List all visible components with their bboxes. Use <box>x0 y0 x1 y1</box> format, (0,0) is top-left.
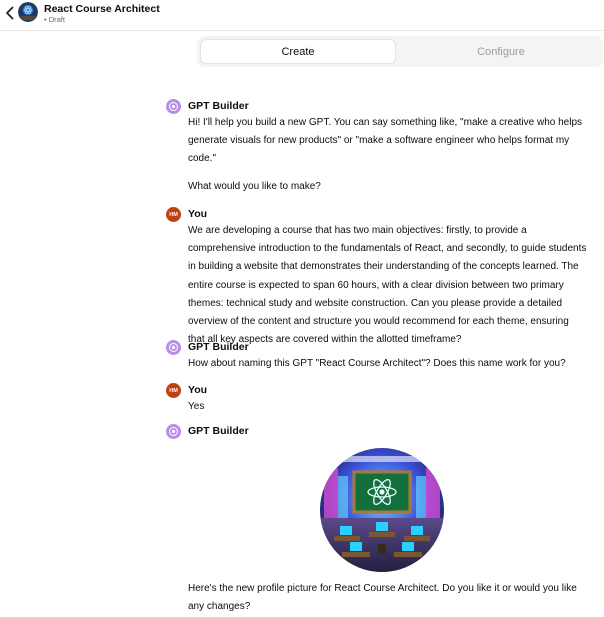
chat-message: GPT Builder How about naming this GPT "R… <box>166 340 596 376</box>
message-body: How about naming this GPT "React Course … <box>188 355 598 373</box>
chat-message: HM You Yes <box>166 383 596 419</box>
message-text: What would you like to make? <box>188 180 321 192</box>
message-text: How about naming this GPT "React Course … <box>188 358 566 369</box>
draft-status: • Draft <box>44 15 65 24</box>
message-body: Hi! I'll help you build a new GPT. You c… <box>188 114 588 196</box>
message-author: GPT Builder <box>188 100 249 112</box>
tab-create[interactable]: Create <box>200 39 396 64</box>
gpt-avatar <box>18 2 38 22</box>
gpt-builder-icon <box>166 340 181 355</box>
message-body: We are developing a course that has two … <box>188 222 588 349</box>
tab-configure[interactable]: Configure <box>403 39 599 64</box>
message-body: Yes <box>188 398 588 416</box>
gpt-builder-icon <box>166 424 181 439</box>
generated-profile-picture[interactable] <box>320 448 444 572</box>
message-text: Here's the new profile picture for React… <box>188 583 577 613</box>
message-text: Hi! I'll help you build a new GPT. You c… <box>188 117 583 165</box>
user-avatar: HM <box>166 207 181 222</box>
top-bar: React Course Architect • Draft <box>0 0 604 31</box>
chat-message: GPT Builder Hi! I'll help you build a ne… <box>166 99 596 199</box>
message-text: Yes <box>188 401 205 412</box>
message-author: GPT Builder <box>188 341 249 353</box>
gpt-title: React Course Architect <box>44 3 160 15</box>
message-author: You <box>188 208 208 220</box>
chat-message: HM You We are developing a course that h… <box>166 207 596 345</box>
mode-tabs: Create Configure <box>197 36 603 67</box>
user-avatar: HM <box>166 383 181 398</box>
message-author: You <box>188 384 208 396</box>
message-author: GPT Builder <box>188 425 249 437</box>
chevron-left-icon[interactable] <box>3 4 17 22</box>
gpt-builder-icon <box>166 99 181 114</box>
message-text: We are developing a course that has two … <box>188 225 587 346</box>
message-body: Here's the new profile picture for React… <box>188 580 588 616</box>
